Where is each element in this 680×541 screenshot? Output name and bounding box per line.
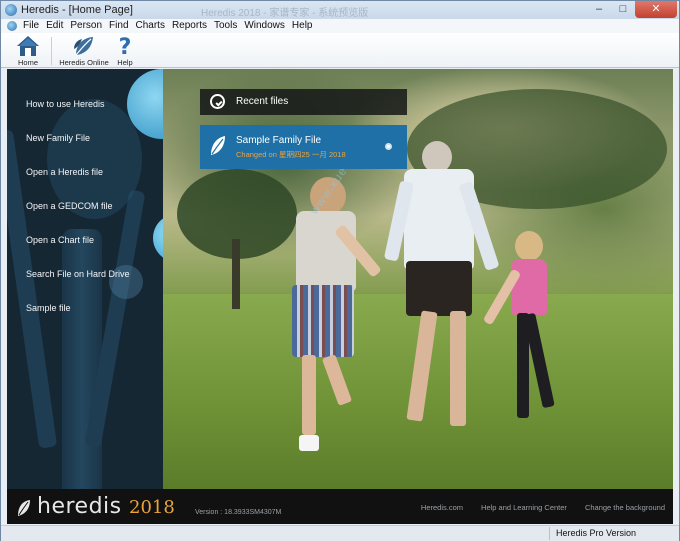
svg-text:?: ? [119, 35, 132, 57]
heredis-logo-icon [17, 499, 31, 517]
menu-help[interactable]: Help [292, 20, 313, 31]
toolbar-separator [51, 37, 52, 65]
menu-file[interactable]: File [23, 20, 39, 31]
menu-find[interactable]: Find [109, 20, 128, 31]
clock-icon [210, 94, 225, 109]
sidebar-item-open-gedcom-file[interactable]: Open a GEDCOM file [7, 199, 163, 233]
link-change-background[interactable]: Change the background [585, 503, 665, 512]
sidebar: How to use Heredis New Family File Open … [7, 69, 163, 489]
heredis-logo-year: 2018 [129, 497, 175, 518]
recent-file-name: Sample Family File [236, 135, 322, 146]
recent-files-title: Recent files [236, 96, 289, 107]
system-menu-icon[interactable] [7, 21, 17, 31]
toolbar: Home Heredis Online ? Help [1, 33, 679, 68]
sidebar-item-sample-file[interactable]: Sample file [7, 301, 163, 335]
maximize-button[interactable]: □ [611, 1, 635, 18]
home-button[interactable]: Home [11, 35, 45, 67]
sidebar-item-open-heredis-file[interactable]: Open a Heredis file [7, 165, 163, 199]
recent-file-pin[interactable] [385, 143, 392, 150]
version-label: Version : 18.3933SM4307M [195, 509, 282, 516]
home-icon [16, 35, 40, 57]
home-page: www.xue51.com How to use Heredis New Fam… [7, 69, 673, 524]
close-button[interactable]: ✕ [635, 1, 677, 18]
sidebar-item-how-to-use[interactable]: How to use Heredis [7, 97, 163, 131]
sidebar-item-search-file[interactable]: Search File on Hard Drive [7, 267, 163, 301]
heredis-app-icon [5, 4, 17, 16]
link-heredis-com[interactable]: Heredis.com [421, 503, 463, 512]
menu-bar: File Edit Person Find Charts Reports Too… [1, 19, 679, 33]
footer-links: Heredis.com Help and Learning Center Cha… [403, 503, 665, 512]
sidebar-item-new-family-file[interactable]: New Family File [7, 131, 163, 165]
footer-bar: heredis 2018 Version : 18.3933SM4307M He… [7, 489, 673, 524]
minimize-button[interactable]: – [587, 1, 611, 18]
help-button[interactable]: ? Help [111, 35, 139, 67]
heredis-logo-text: heredis [37, 494, 122, 519]
heredis-online-icon [72, 35, 96, 57]
home-label: Home [17, 58, 38, 67]
menu-reports[interactable]: Reports [172, 20, 207, 31]
app-window: Heredis - [Home Page] Heredis 2018 - 家谱专… [0, 0, 680, 541]
recent-files-header: Recent files [200, 89, 407, 115]
edition-status: Heredis Pro Version [549, 527, 677, 540]
recent-file-changed-date: Changed on 星期四25 一月 2018 [236, 150, 346, 159]
heredis-online-button[interactable]: Heredis Online [59, 35, 109, 67]
leaf-icon [209, 135, 227, 157]
menu-person[interactable]: Person [70, 20, 102, 31]
window-title: Heredis - [Home Page] [21, 4, 133, 16]
menu-tools[interactable]: Tools [214, 20, 237, 31]
title-bar: Heredis - [Home Page] Heredis 2018 - 家谱专… [1, 1, 679, 19]
window-title-ghost: Heredis 2018 - 家谱专家 - 系统预览版 [201, 8, 369, 19]
help-question-icon: ? [113, 35, 137, 60]
heredis-online-label: Heredis Online [59, 58, 109, 67]
status-bar: Heredis Pro Version [1, 525, 679, 541]
link-help-learning-center[interactable]: Help and Learning Center [481, 503, 567, 512]
sidebar-item-open-chart-file[interactable]: Open a Chart file [7, 233, 163, 267]
help-label: Help [117, 58, 133, 67]
recent-file-item[interactable]: Sample Family File Changed on 星期四25 一月 2… [200, 125, 407, 169]
menu-windows[interactable]: Windows [244, 20, 285, 31]
menu-edit[interactable]: Edit [46, 20, 63, 31]
menu-charts[interactable]: Charts [136, 20, 165, 31]
sidebar-menu: How to use Heredis New Family File Open … [7, 97, 163, 335]
